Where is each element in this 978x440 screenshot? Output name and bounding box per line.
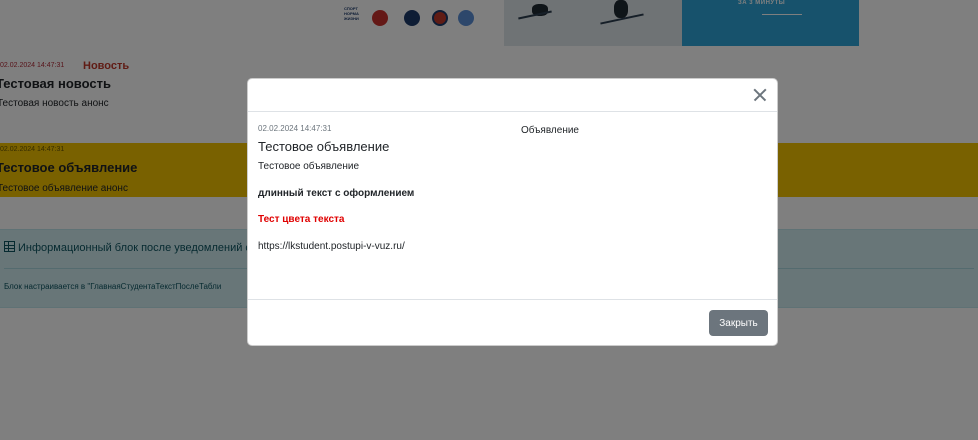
announcement-modal: 02.02.2024 14:47:31 Объявление Тестовое … <box>247 78 778 346</box>
modal-date: 02.02.2024 14:47:31 <box>258 124 332 133</box>
modal-header <box>248 79 777 112</box>
modal-footer: Закрыть <box>248 299 777 345</box>
modal-type: Объявление <box>521 125 579 136</box>
modal-bold-text: длинный текст с оформлением <box>258 188 415 199</box>
modal-colored-text: Тест цвета текста <box>258 214 345 225</box>
modal-anons: Тестовое объявление <box>258 161 360 172</box>
modal-link[interactable]: https://lkstudent.postupi-v-vuz.ru/ <box>258 241 405 252</box>
modal-title: Тестовое объявление <box>258 139 390 154</box>
close-icon[interactable] <box>751 86 769 104</box>
modal-body: 02.02.2024 14:47:31 Объявление Тестовое … <box>258 111 768 299</box>
close-button[interactable]: Закрыть <box>709 310 768 336</box>
